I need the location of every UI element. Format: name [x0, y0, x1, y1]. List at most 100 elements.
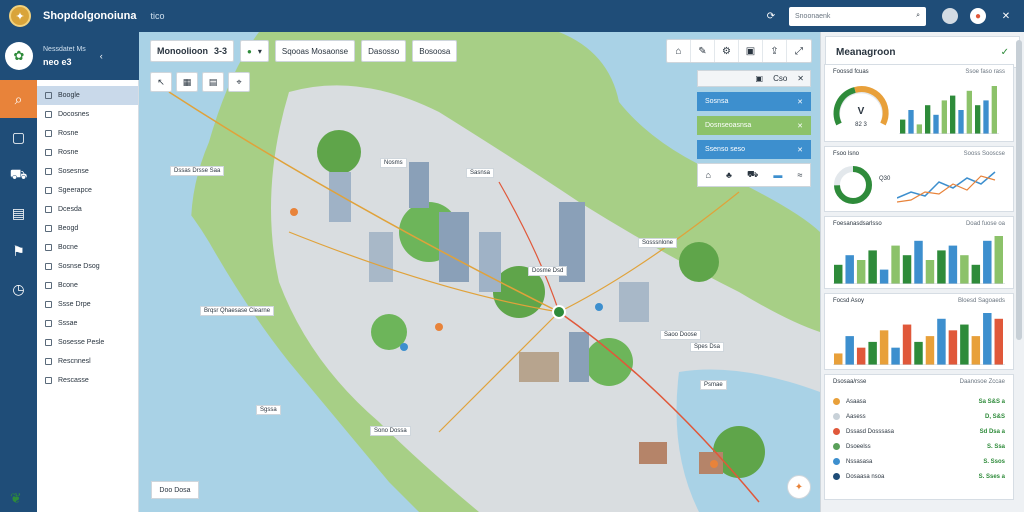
pointer-icon[interactable]: ↖ [150, 72, 172, 92]
layer-item-2[interactable]: Dosnseoasnsa ✕ [697, 116, 811, 135]
water-icon[interactable]: ≈ [797, 170, 802, 180]
map-label[interactable]: Sosssnlone [638, 238, 678, 248]
sidebar-item[interactable]: Ssse Drpe [37, 295, 138, 314]
map-chip-1[interactable]: Sqooas Mosaonse [274, 40, 356, 62]
layer-remove-icon[interactable]: ✕ [797, 122, 803, 130]
list-item[interactable]: Aasess D, S&S [825, 409, 1013, 424]
map-filter-dropdown[interactable]: ● ▾ [240, 40, 269, 62]
map-label[interactable]: Sgssa [256, 405, 281, 415]
chart-bar [834, 353, 843, 365]
sidebar-item[interactable]: Bocne [37, 238, 138, 257]
analytics-card[interactable]: Focsd Asoy Bloesd Sagoaeds [824, 293, 1014, 370]
layer-item-1[interactable]: Sosnsa ✕ [697, 92, 811, 111]
sidebar-item[interactable]: Rescasse [37, 371, 138, 390]
card-subtitle: Sooss Sooscse [963, 150, 1005, 157]
layer-item-3[interactable]: Ssenso seso ✕ [697, 140, 811, 159]
sidebar-item-icon [45, 92, 52, 99]
chart-bar [845, 336, 854, 365]
check-icon[interactable]: ✓ [1001, 47, 1009, 58]
list-item-dot [833, 473, 840, 480]
map-label[interactable]: Sasnsa [466, 168, 495, 178]
bar-chart [833, 313, 1005, 366]
sidebar-item[interactable]: Rosne [37, 124, 138, 143]
layer-remove-icon[interactable]: ✕ [797, 146, 803, 154]
list-item-dot [833, 398, 840, 405]
list-item-value: D, S&S [984, 413, 1005, 420]
map-label[interactable]: Brqsr Qhaesase Clearne [200, 306, 275, 316]
export-tool-icon[interactable]: ⇪ [763, 40, 787, 62]
sidebar-item[interactable]: Sosesnse [37, 162, 138, 181]
map-label[interactable]: Psmae [700, 380, 727, 390]
sidebar-item[interactable]: Sosnse Dsog [37, 257, 138, 276]
list-item-label: Dosaasa nsoa [846, 473, 885, 480]
sidebar-item-icon [45, 244, 52, 251]
map-label[interactable]: Spes Dsa [690, 342, 725, 352]
folder-nav-icon[interactable]: ▤ [0, 194, 37, 232]
layer-toggle-icon[interactable]: ▣ [756, 74, 764, 83]
analytics-card[interactable]: Foesanasdsarlsso Doad fuose oa [824, 216, 1014, 289]
pin-icon[interactable]: ⌖ [228, 72, 250, 92]
panel-scrollbar[interactable] [1016, 40, 1022, 340]
sidebar-item[interactable]: Sosesse Pesle [37, 333, 138, 352]
list-item[interactable]: Nssasasa S. Ssos [825, 454, 1013, 469]
list-item[interactable]: Dosaasa nsoa S. Sses a [825, 469, 1013, 484]
car-icon[interactable]: ⛟ [747, 169, 758, 181]
collapse-icon[interactable]: ‹ [100, 51, 103, 61]
map-title-chip[interactable]: Monoolioon 3-3 [150, 40, 234, 62]
analytics-card[interactable]: Dsosaa/rsse Daanosoe Zccae Asaasa Sa S&S… [824, 374, 1014, 500]
list-item[interactable]: Dssasd Dosssasa Sd Dsa a [825, 424, 1013, 439]
map-label[interactable]: Saoo Doose [660, 330, 702, 340]
notification-icon[interactable]: ● [970, 8, 986, 24]
refresh-icon[interactable]: ⟳ [763, 8, 779, 24]
user-avatar[interactable] [942, 8, 958, 24]
clock-nav-icon[interactable]: ◷ [0, 270, 37, 308]
search-input[interactable]: Snoonaenk ⌕ [789, 6, 926, 26]
grid-icon[interactable]: ▦ [176, 72, 198, 92]
search-nav-icon[interactable]: ⌕ [0, 80, 37, 118]
building-icon[interactable]: ⌂ [706, 170, 711, 180]
sidebar-item[interactable]: Sssae [37, 314, 138, 333]
sidebar-item[interactable]: Beogd [37, 219, 138, 238]
map-chip-3[interactable]: Bosoosa [412, 40, 458, 62]
map-label[interactable]: Nosms [380, 158, 407, 168]
layers-icon[interactable]: ▤ [202, 72, 224, 92]
close-icon[interactable]: ✕ [998, 8, 1014, 24]
map-label[interactable]: Dosme Dsd [528, 266, 568, 276]
sidebar-item-icon [45, 168, 52, 175]
app-logo: ✦ [9, 5, 31, 27]
sidebar-item[interactable]: Bcone [37, 276, 138, 295]
map-label[interactable]: Dssas Drsse Saa [170, 166, 225, 176]
expand-tool-icon[interactable]: ⤢ [787, 40, 811, 62]
chart-bar [994, 318, 1003, 365]
layer-remove-icon[interactable]: ✕ [797, 98, 803, 106]
sidebar-item-label: Sosesse Pesle [58, 339, 105, 346]
list-item[interactable]: Asaasa Sa S&S a [825, 394, 1013, 409]
analytics-card[interactable]: Fsoo lsno Sooss Sooscse Q30 [824, 146, 1014, 212]
card-title: Dsosaa/rsse [833, 378, 867, 385]
card-title: Foossd fcuas [833, 68, 869, 75]
chart-bar [971, 264, 981, 284]
measure-tool-icon[interactable]: ✎ [691, 40, 715, 62]
sidebar-item[interactable]: Rosne [37, 143, 138, 162]
road-icon[interactable]: ▬ [773, 170, 782, 180]
layer-close-icon[interactable]: ✕ [797, 74, 804, 83]
sidebar-item[interactable]: Docosnes [37, 105, 138, 124]
monitor-nav-icon[interactable]: ▢ [0, 118, 37, 156]
chevron-down-icon: ▾ [257, 46, 262, 56]
flag-nav-icon[interactable]: ⚑ [0, 232, 37, 270]
truck-nav-icon[interactable]: ⛟ [0, 156, 37, 194]
print-tool-icon[interactable]: ▣ [739, 40, 763, 62]
chart-bar [960, 255, 969, 284]
settings-tool-icon[interactable]: ⚙ [715, 40, 739, 62]
sidebar-item[interactable]: Dcesda [37, 200, 138, 219]
location-tool-icon[interactable]: ⌂ [667, 40, 691, 62]
list-item[interactable]: Dsoeelss S. Ssa [825, 439, 1013, 454]
map-chip-2[interactable]: Dasosso [361, 40, 407, 62]
analytics-card[interactable]: Foossd fcuas Ssoe faso rass V 82 3 [824, 64, 1014, 142]
sidebar-item[interactable]: Rescnnesl [37, 352, 138, 371]
sidebar-item[interactable]: Sgeerapce [37, 181, 138, 200]
map-label[interactable]: Sono Dossa [370, 426, 411, 436]
compass-icon[interactable]: ✦ [787, 475, 811, 499]
tree-icon[interactable]: ♣ [726, 170, 732, 180]
sidebar-item[interactable]: Boogle [37, 86, 138, 105]
